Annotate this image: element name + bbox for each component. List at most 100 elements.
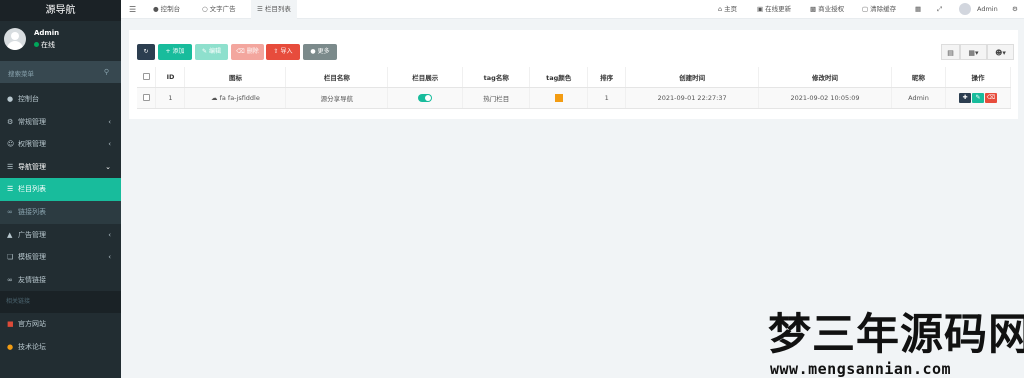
column-header[interactable]: ID [155, 67, 186, 88]
more-icon: ● [310, 48, 316, 55]
comment-icon: ● [7, 342, 14, 351]
chevron-left-icon: ‹ [108, 117, 111, 126]
sidebar-search[interactable]: 搜索菜单 ⚲ [0, 61, 121, 83]
delete-button[interactable]: ⌫ 删除 [231, 44, 264, 60]
refresh-icon: ↻ [143, 48, 149, 55]
chevron-left-icon: ‹ [108, 230, 111, 239]
home-link[interactable]: ⌂ 主页 [718, 0, 737, 19]
sidebar-section-header: 相关链接 [0, 291, 121, 314]
add-button[interactable]: + 添加 [158, 44, 192, 60]
sidebar-item-general[interactable]: ⚙ 常规管理 ‹ [0, 111, 121, 134]
column-header[interactable]: 创建时间 [625, 67, 760, 88]
cell-tag-color [529, 87, 589, 109]
column-header[interactable]: 排序 [587, 67, 627, 88]
drag-button[interactable]: ✚ [958, 92, 971, 103]
column-header[interactable]: 修改时间 [758, 67, 892, 88]
flag-icon: ■ [7, 320, 14, 329]
sidebar-item-label: 导航管理 [18, 162, 46, 171]
sidebar-item-label: 模板管理 [18, 253, 46, 262]
sidebar-item-official-site[interactable]: ■ 官方网站 [0, 313, 121, 336]
sidebar-item-templates[interactable]: ❏ 模板管理 ‹ [0, 246, 121, 269]
sidebar-item-label: 官方网站 [18, 320, 46, 329]
select-all-checkbox[interactable] [137, 67, 157, 88]
column-header[interactable]: tag名称 [462, 67, 531, 88]
table-row[interactable]: 1 ☁ fa fa-jsfiddle 源分享导航 热门栏目 1 2021-09-… [137, 87, 1012, 109]
sidebar-item-category-list[interactable]: ☰ 栏目列表 [0, 178, 121, 201]
column-header[interactable]: tag颜色 [529, 67, 589, 88]
online-update-label: 在线更新 [765, 5, 792, 13]
license-link[interactable]: ▩ 商业授权 [810, 0, 844, 19]
cell-icon-class: fa fa-jsfiddle [219, 93, 260, 102]
language-icon[interactable]: ▦ [915, 0, 921, 19]
user-name: Admin [34, 29, 60, 37]
clear-cache-link[interactable]: ▢ 清除缓存 [862, 0, 896, 19]
menu-toggle-icon[interactable]: ☰ [129, 0, 136, 19]
column-header[interactable]: 昵称 [891, 67, 946, 88]
row-checkbox[interactable] [142, 94, 150, 101]
sidebar-item-dashboard[interactable]: ● 控制台 [0, 88, 121, 111]
cell-icon: ☁ fa fa-jsfiddle [184, 87, 287, 109]
sidebar-item-ads[interactable]: ▲ 广告管理 ‹ [0, 224, 121, 247]
license-icon: ▩ [810, 5, 817, 13]
table-icon: ▤ [947, 49, 954, 57]
dashboard-icon: ● [7, 95, 14, 103]
fullscreen-icon[interactable]: ⤢ [937, 0, 942, 19]
sidebar-item-auth[interactable]: ☺ 权限管理 ‹ [0, 133, 121, 156]
columns-dropdown[interactable]: ▦▾ [960, 44, 987, 60]
show-toggle[interactable] [418, 93, 433, 102]
upload-icon: ⇧ [273, 48, 279, 55]
arrows-icon: ✚ [962, 93, 968, 101]
link-icon: ∞ [7, 275, 13, 284]
cell-tag-name: 热门栏目 [462, 87, 531, 109]
column-header[interactable]: 栏目展示 [387, 67, 464, 88]
refresh-button[interactable]: ↻ [137, 44, 155, 60]
license-label: 商业授权 [818, 5, 845, 13]
clone-icon: ❏ [7, 253, 14, 262]
edit-button[interactable]: ✎ 编辑 [195, 44, 228, 60]
online-update-link[interactable]: ▣ 在线更新 [757, 0, 791, 19]
tab-category-list[interactable]: ☰ 栏目列表 [251, 0, 297, 19]
tab-label: 栏目列表 [264, 5, 291, 13]
cell-created: 2021-09-01 22:27:37 [625, 87, 760, 109]
sidebar-item-forum[interactable]: ● 技术论坛 [0, 336, 121, 359]
tab-text-ads[interactable]: ○ 文字广告 [202, 0, 236, 19]
tab-dashboard[interactable]: ● 控制台 [153, 0, 180, 19]
import-button[interactable]: ⇧ 导入 [266, 44, 300, 60]
search-icon[interactable]: ⚲ [104, 68, 109, 76]
watermark-url: www.mengsannian.com [770, 360, 952, 378]
more-button-label: 更多 [317, 48, 330, 55]
avatar [959, 3, 971, 15]
avatar [4, 28, 26, 50]
chevron-left-icon: ‹ [108, 253, 111, 262]
brand-logo[interactable]: 源导航 [0, 0, 121, 21]
gear-icon[interactable]: ⚙ [1012, 0, 1018, 19]
sidebar-item-nav[interactable]: ☰ 导航管理 ⌄ [0, 156, 121, 179]
table-view-button[interactable]: ▤ [941, 44, 960, 60]
dashboard-icon: ● [153, 5, 159, 13]
chevron-left-icon: ‹ [108, 140, 111, 149]
sidebar-item-friend-links[interactable]: ∞ 友情链接 [0, 269, 121, 292]
user-status: 在线 [34, 40, 55, 50]
checkbox[interactable] [142, 73, 150, 81]
sidebar-item-label: 控制台 [18, 95, 39, 103]
user-menu[interactable]: Admin [959, 0, 998, 19]
column-header[interactable]: 图标 [184, 67, 287, 88]
top-navbar: ☰ ● 控制台 ○ 文字广告 ☰ 栏目列表 ⌂ 主页 ▣ 在线更新 ▩ 商业授权 ▢ 清除缓存… [121, 0, 1024, 19]
row-delete-button[interactable]: ⌫ [984, 92, 997, 103]
more-button[interactable]: ● 更多 [303, 44, 337, 60]
sidebar-item-label: 链接列表 [18, 207, 46, 216]
export-dropdown[interactable]: ☻▾ [987, 44, 1014, 60]
group-icon: ☺ [7, 140, 15, 149]
tab-label: 控制台 [160, 5, 181, 13]
search-input[interactable]: 搜索菜单 [8, 68, 34, 78]
pencil-icon: ✎ [975, 93, 981, 101]
column-header[interactable]: 栏目名称 [285, 67, 389, 88]
trash-icon: ⌫ [986, 93, 996, 101]
row-edit-button[interactable]: ✎ [971, 92, 984, 103]
row-checkbox-cell[interactable] [137, 87, 157, 109]
trash-icon: ⌫ [236, 48, 245, 55]
import-button-label: 导入 [280, 48, 293, 55]
delete-button-label: 删除 [246, 48, 259, 55]
update-icon: ▣ [757, 5, 764, 13]
sidebar-item-link-list[interactable]: ∞ 链接列表 [0, 200, 121, 224]
